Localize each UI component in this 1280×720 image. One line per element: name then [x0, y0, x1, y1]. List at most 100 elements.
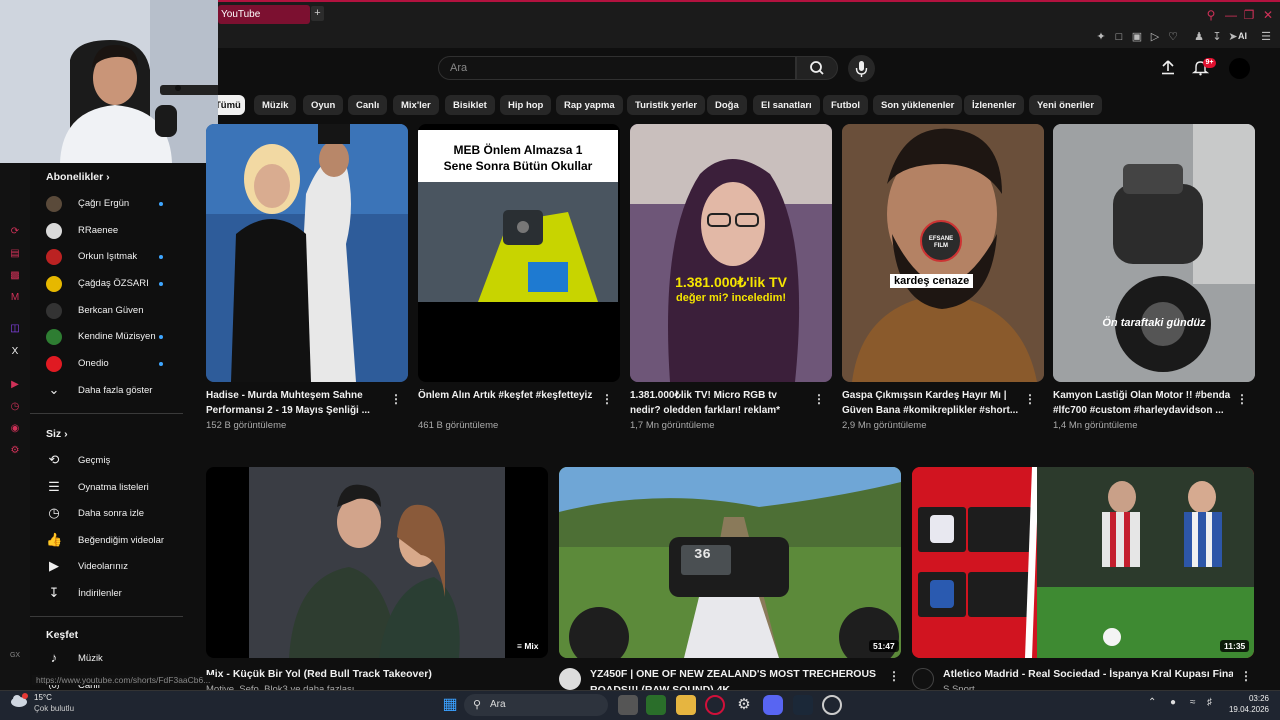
- bag-icon[interactable]: ▤: [9, 248, 21, 260]
- chip-tourist[interactable]: Turistik yerler: [627, 95, 706, 115]
- chip-music[interactable]: Müzik: [254, 95, 297, 115]
- subscription-item[interactable]: Çağrı Ergün: [46, 193, 186, 215]
- ai-button[interactable]: AI: [1238, 31, 1247, 41]
- video-thumbnail[interactable]: 36 51:47: [559, 467, 901, 658]
- short-title[interactable]: Hadise - Murda Muhteşem Sahne Performans…: [206, 388, 386, 418]
- obs-icon[interactable]: [822, 695, 842, 715]
- subscription-item[interactable]: Orkun Işıtmak: [46, 246, 186, 268]
- bubble-icon[interactable]: ◉: [9, 423, 21, 435]
- video-thumbnail[interactable]: ≡ Mix: [206, 467, 548, 658]
- channel-avatar[interactable]: [559, 668, 581, 690]
- shield-icon[interactable]: ▣: [1130, 30, 1144, 44]
- microphone-icon[interactable]: ●: [1170, 697, 1176, 708]
- history-icon[interactable]: ⟳: [9, 226, 21, 238]
- task-view-icon[interactable]: [618, 695, 638, 715]
- minimize-icon[interactable]: —: [1224, 8, 1238, 22]
- store-icon[interactable]: [646, 695, 666, 715]
- mail-icon[interactable]: M: [9, 292, 21, 304]
- voice-search-button[interactable]: [848, 55, 875, 82]
- settings-icon[interactable]: ⚙: [734, 695, 754, 715]
- heart-icon[interactable]: ♡: [1166, 30, 1180, 44]
- short-title[interactable]: Kamyon Lastiği Olan Motor !! #benda #lfc…: [1053, 388, 1233, 418]
- browser-tab-youtube[interactable]: YouTube: [218, 5, 310, 24]
- short-thumbnail[interactable]: [206, 124, 408, 382]
- chat-icon[interactable]: ▩: [9, 270, 21, 282]
- chip-new[interactable]: Yeni öneriler: [1029, 95, 1103, 115]
- short-thumbnail[interactable]: 1.381.000₺'lik TV değer mi? inceledim!: [630, 124, 832, 382]
- gx-icon[interactable]: GX: [9, 650, 21, 662]
- steam-icon[interactable]: [793, 695, 813, 715]
- close-icon[interactable]: ✕: [1261, 8, 1275, 22]
- account-icon[interactable]: ♟: [1192, 30, 1206, 44]
- x-icon[interactable]: X: [9, 346, 21, 358]
- short-thumbnail[interactable]: MEB Önlem Almazsa 1 Sene Sonra Bütün Oku…: [418, 124, 620, 382]
- settings-icon[interactable]: ⚙: [9, 445, 21, 457]
- video-title[interactable]: Mix - Küçük Bir Yol (Red Bull Track Take…: [206, 668, 526, 680]
- more-options-icon[interactable]: ⋮: [1240, 669, 1252, 683]
- more-options-icon[interactable]: ⋮: [813, 392, 825, 406]
- subscriptions-heading[interactable]: Abonelikler ›: [46, 171, 110, 183]
- short-thumbnail[interactable]: EFSANE FILM kardeş cenaze: [842, 124, 1044, 382]
- opera-gx-icon[interactable]: [705, 695, 725, 715]
- volume-icon[interactable]: ♯: [1207, 697, 1212, 708]
- sidebar-item-music[interactable]: ♪ Müzik: [46, 648, 186, 670]
- chip-gaming[interactable]: Oyun: [303, 95, 344, 115]
- weather-temp[interactable]: 15°C: [34, 693, 52, 702]
- more-options-icon[interactable]: ⋮: [390, 392, 402, 406]
- chip-nature[interactable]: Doğa: [707, 95, 747, 115]
- video-thumbnail[interactable]: 11:35: [912, 467, 1254, 658]
- search-input[interactable]: Ara: [438, 56, 796, 80]
- twitch-icon[interactable]: ◫: [9, 323, 21, 335]
- restore-icon[interactable]: ❐: [1242, 8, 1256, 22]
- chip-football[interactable]: Futbol: [823, 95, 869, 115]
- download-icon[interactable]: ↧: [1210, 30, 1224, 44]
- account-avatar[interactable]: [1229, 58, 1250, 79]
- search-icon[interactable]: ⚲: [1204, 8, 1218, 22]
- short-title[interactable]: Gaspa Çıkmışsın Kardeş Hayır Mı | Güven …: [842, 388, 1022, 418]
- chip-crafts[interactable]: El sanatları: [753, 95, 820, 115]
- subscription-item[interactable]: Berkcan Güven: [46, 300, 186, 322]
- video-title[interactable]: Atletico Madrid - Real Sociedad - İspany…: [943, 668, 1233, 680]
- more-options-icon[interactable]: ⋮: [1236, 392, 1248, 406]
- screenshot-icon[interactable]: □: [1112, 30, 1126, 44]
- chip-rap[interactable]: Rap yapma: [556, 95, 623, 115]
- short-title[interactable]: Önlem Alın Artık #keşfet #keşfetteyiz: [418, 388, 598, 403]
- sidebar-item-downloads[interactable]: ↧ İndirilenler: [46, 583, 186, 605]
- upload-icon[interactable]: [1160, 59, 1176, 75]
- weather-cloud-icon[interactable]: [10, 692, 30, 710]
- taskbar-search[interactable]: ⚲ Ara: [464, 694, 608, 716]
- search-button[interactable]: [796, 56, 838, 80]
- subscription-item[interactable]: Çağdaş ÖZSARI: [46, 273, 186, 295]
- chip-recent[interactable]: Son yüklenenler: [873, 95, 963, 115]
- chip-mixes[interactable]: Mix'ler: [393, 95, 439, 115]
- sidebar-item-history[interactable]: ⟲ Geçmiş: [46, 450, 186, 472]
- play-icon[interactable]: ▷: [1148, 30, 1162, 44]
- video-title[interactable]: YZ450F | ONE OF NEW ZEALAND'S MOST TRECH…: [590, 668, 880, 680]
- more-options-icon[interactable]: ⋮: [1024, 392, 1036, 406]
- chip-live[interactable]: Canlı: [348, 95, 388, 115]
- channel-avatar[interactable]: [912, 668, 934, 690]
- chip-cycling[interactable]: Bisiklet: [445, 95, 495, 115]
- menu-icon[interactable]: ☰: [1259, 30, 1273, 44]
- clock-time[interactable]: 03:26: [1231, 694, 1269, 703]
- clock-icon[interactable]: ◷: [9, 401, 21, 413]
- sidebar-item-liked-videos[interactable]: 👍 Beğendiğim videolar: [46, 530, 186, 552]
- sidebar-item-watch-later[interactable]: ◷ Daha sonra izle: [46, 503, 186, 525]
- sidebar-item-your-videos[interactable]: ▶ Videolarınız: [46, 556, 186, 578]
- pin-icon[interactable]: ✦: [1094, 30, 1108, 44]
- play-circle-icon[interactable]: ▶: [9, 379, 21, 391]
- you-heading[interactable]: Siz ›: [46, 428, 68, 440]
- short-title[interactable]: 1.381.000₺lik TV! Micro RGB tv nedir? ol…: [630, 388, 810, 418]
- windows-start-icon[interactable]: ▦: [440, 695, 460, 715]
- chip-hiphop[interactable]: Hip hop: [500, 95, 552, 115]
- subscription-item[interactable]: Kendine Müzisyen: [46, 326, 186, 348]
- subscription-item[interactable]: RRaenee: [46, 220, 186, 242]
- subscription-item[interactable]: Onedio: [46, 353, 186, 375]
- chip-watched[interactable]: İzlenenler: [964, 95, 1024, 115]
- short-thumbnail[interactable]: Ön taraftaki gündüz: [1053, 124, 1255, 382]
- sidebar-item-playlists[interactable]: ☰ Oynatma listeleri: [46, 477, 186, 499]
- wifi-icon[interactable]: ≈: [1190, 697, 1196, 708]
- file-explorer-icon[interactable]: [676, 695, 696, 715]
- more-options-icon[interactable]: ⋮: [888, 669, 900, 683]
- show-more-button[interactable]: ⌄ Daha fazla göster: [46, 380, 186, 402]
